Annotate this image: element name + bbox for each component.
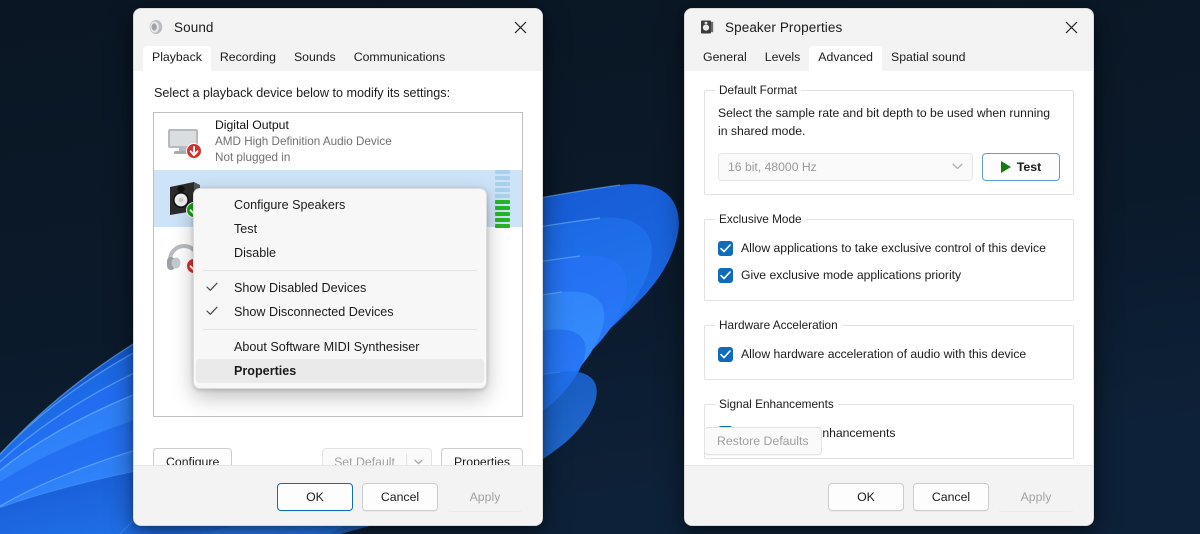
device-context-menu: Configure Speakers Test Disable Show Dis… bbox=[193, 188, 487, 389]
ok-button[interactable]: OK bbox=[828, 482, 904, 511]
close-icon[interactable] bbox=[1049, 9, 1093, 45]
test-button[interactable]: Test bbox=[982, 153, 1060, 182]
restore-defaults-wrap: Restore Defaults bbox=[704, 427, 822, 455]
hardware-acceleration-label: Hardware Acceleration bbox=[715, 318, 842, 333]
checkmark-icon bbox=[206, 305, 234, 319]
cancel-button[interactable]: Cancel bbox=[362, 482, 438, 511]
checkbox-row-exclusive-control[interactable]: Allow applications to take exclusive con… bbox=[718, 236, 1060, 260]
default-format-description: Select the sample rate and bit depth to … bbox=[718, 106, 1050, 138]
test-button-label: Test bbox=[1016, 160, 1042, 175]
checkbox-exclusive-priority[interactable] bbox=[718, 267, 733, 283]
restore-defaults-button[interactable]: Restore Defaults bbox=[704, 427, 822, 455]
sound-footer: OK Cancel Apply bbox=[134, 465, 542, 525]
playback-prompt: Select a playback device below to modify… bbox=[154, 86, 451, 100]
cancel-button[interactable]: Cancel bbox=[913, 482, 989, 511]
default-format-row: 16 bit, 48000 Hz Test bbox=[718, 153, 1060, 182]
menu-item-label: Disable bbox=[234, 246, 276, 260]
menu-item-label: Configure Speakers bbox=[234, 198, 346, 212]
tab-communications[interactable]: Communications bbox=[345, 46, 455, 71]
checkbox-hardware-acceleration[interactable] bbox=[718, 346, 733, 362]
menu-item-label: Test bbox=[234, 222, 258, 236]
sound-window-title: Sound bbox=[174, 19, 214, 35]
menu-separator bbox=[203, 270, 477, 271]
desktop: Sound Playback Recording Sounds Communic… bbox=[0, 0, 1200, 534]
speaker-properties-tabstrip: General Levels Advanced Spatial sound bbox=[685, 45, 1093, 71]
volume-meter bbox=[495, 169, 510, 228]
speaker-properties-window: Speaker Properties General Levels Advanc… bbox=[684, 8, 1094, 526]
list-item[interactable]: Digital Output AMD High Definition Audio… bbox=[154, 113, 522, 170]
ok-button[interactable]: OK bbox=[277, 482, 353, 511]
speaker-properties-title: Speaker Properties bbox=[725, 19, 843, 35]
checkbox-label: Give exclusive mode applications priorit… bbox=[741, 268, 962, 283]
sample-rate-value: 16 bit, 48000 Hz bbox=[728, 160, 817, 175]
menu-item-label: Properties bbox=[234, 364, 297, 378]
tab-recording[interactable]: Recording bbox=[211, 46, 285, 71]
device-name: Digital Output bbox=[215, 118, 289, 133]
tab-levels[interactable]: Levels bbox=[756, 46, 810, 71]
menu-item-show-disconnected-devices[interactable]: Show Disconnected Devices bbox=[196, 300, 484, 324]
default-format-label: Default Format bbox=[715, 83, 802, 97]
checkbox-label: Allow applications to take exclusive con… bbox=[741, 241, 1046, 256]
checkbox-row-hardware-acceleration[interactable]: Allow hardware acceleration of audio wit… bbox=[718, 342, 1060, 366]
advanced-tab-panel: Default Format Select the sample rate an… bbox=[685, 71, 1093, 525]
apply-button[interactable]: Apply bbox=[447, 483, 523, 511]
signal-enhancements-label: Signal Enhancements bbox=[715, 397, 838, 412]
speaker-properties-icon bbox=[698, 18, 716, 36]
exclusive-mode-group: Exclusive Mode Allow applications to tak… bbox=[704, 212, 1074, 302]
hardware-acceleration-group: Hardware Acceleration Allow hardware acc… bbox=[704, 318, 1074, 381]
exclusive-mode-label: Exclusive Mode bbox=[715, 212, 806, 227]
speaker-icon bbox=[147, 18, 165, 36]
menu-item-show-disabled-devices[interactable]: Show Disabled Devices bbox=[196, 276, 484, 300]
menu-item-properties[interactable]: Properties bbox=[196, 359, 484, 383]
tab-advanced[interactable]: Advanced bbox=[809, 46, 882, 71]
menu-item-configure-speakers[interactable]: Configure Speakers bbox=[196, 193, 484, 217]
tab-playback[interactable]: Playback bbox=[143, 46, 211, 71]
checkbox-label: Allow hardware acceleration of audio wit… bbox=[741, 347, 1027, 362]
menu-item-test[interactable]: Test bbox=[196, 217, 484, 241]
menu-item-label: Show Disconnected Devices bbox=[234, 305, 394, 319]
digital-output-icon bbox=[163, 120, 207, 164]
tab-general[interactable]: General bbox=[694, 46, 756, 71]
checkbox-row-exclusive-priority[interactable]: Give exclusive mode applications priorit… bbox=[718, 263, 1060, 287]
checkbox-exclusive-control[interactable] bbox=[718, 240, 733, 256]
device-state: Not plugged in bbox=[215, 150, 291, 164]
device-text: Digital Output AMD High Definition Audio… bbox=[215, 117, 514, 165]
checkmark-icon bbox=[206, 281, 234, 295]
menu-item-label: About Software MIDI Synthesiser bbox=[234, 340, 420, 354]
sample-rate-dropdown[interactable]: 16 bit, 48000 Hz bbox=[718, 153, 973, 182]
menu-separator bbox=[203, 329, 477, 330]
tab-spatial-sound[interactable]: Spatial sound bbox=[882, 46, 975, 71]
apply-button[interactable]: Apply bbox=[998, 483, 1074, 511]
menu-item-label: Show Disabled Devices bbox=[234, 281, 367, 295]
sound-titlebar: Sound bbox=[134, 9, 542, 45]
default-format-group: Default Format Select the sample rate an… bbox=[704, 83, 1074, 196]
play-icon bbox=[1000, 161, 1011, 174]
tab-sounds[interactable]: Sounds bbox=[285, 46, 345, 71]
device-driver: AMD High Definition Audio Device bbox=[215, 134, 392, 148]
menu-item-about-software-midi-synthesiser[interactable]: About Software MIDI Synthesiser bbox=[196, 335, 484, 359]
menu-item-disable[interactable]: Disable bbox=[196, 241, 484, 265]
speaker-properties-titlebar: Speaker Properties bbox=[685, 9, 1093, 45]
chevron-down-icon bbox=[952, 162, 963, 173]
speaker-properties-footer: OK Cancel Apply bbox=[685, 465, 1093, 525]
close-icon[interactable] bbox=[498, 9, 542, 45]
sound-tabstrip: Playback Recording Sounds Communications bbox=[134, 45, 542, 71]
